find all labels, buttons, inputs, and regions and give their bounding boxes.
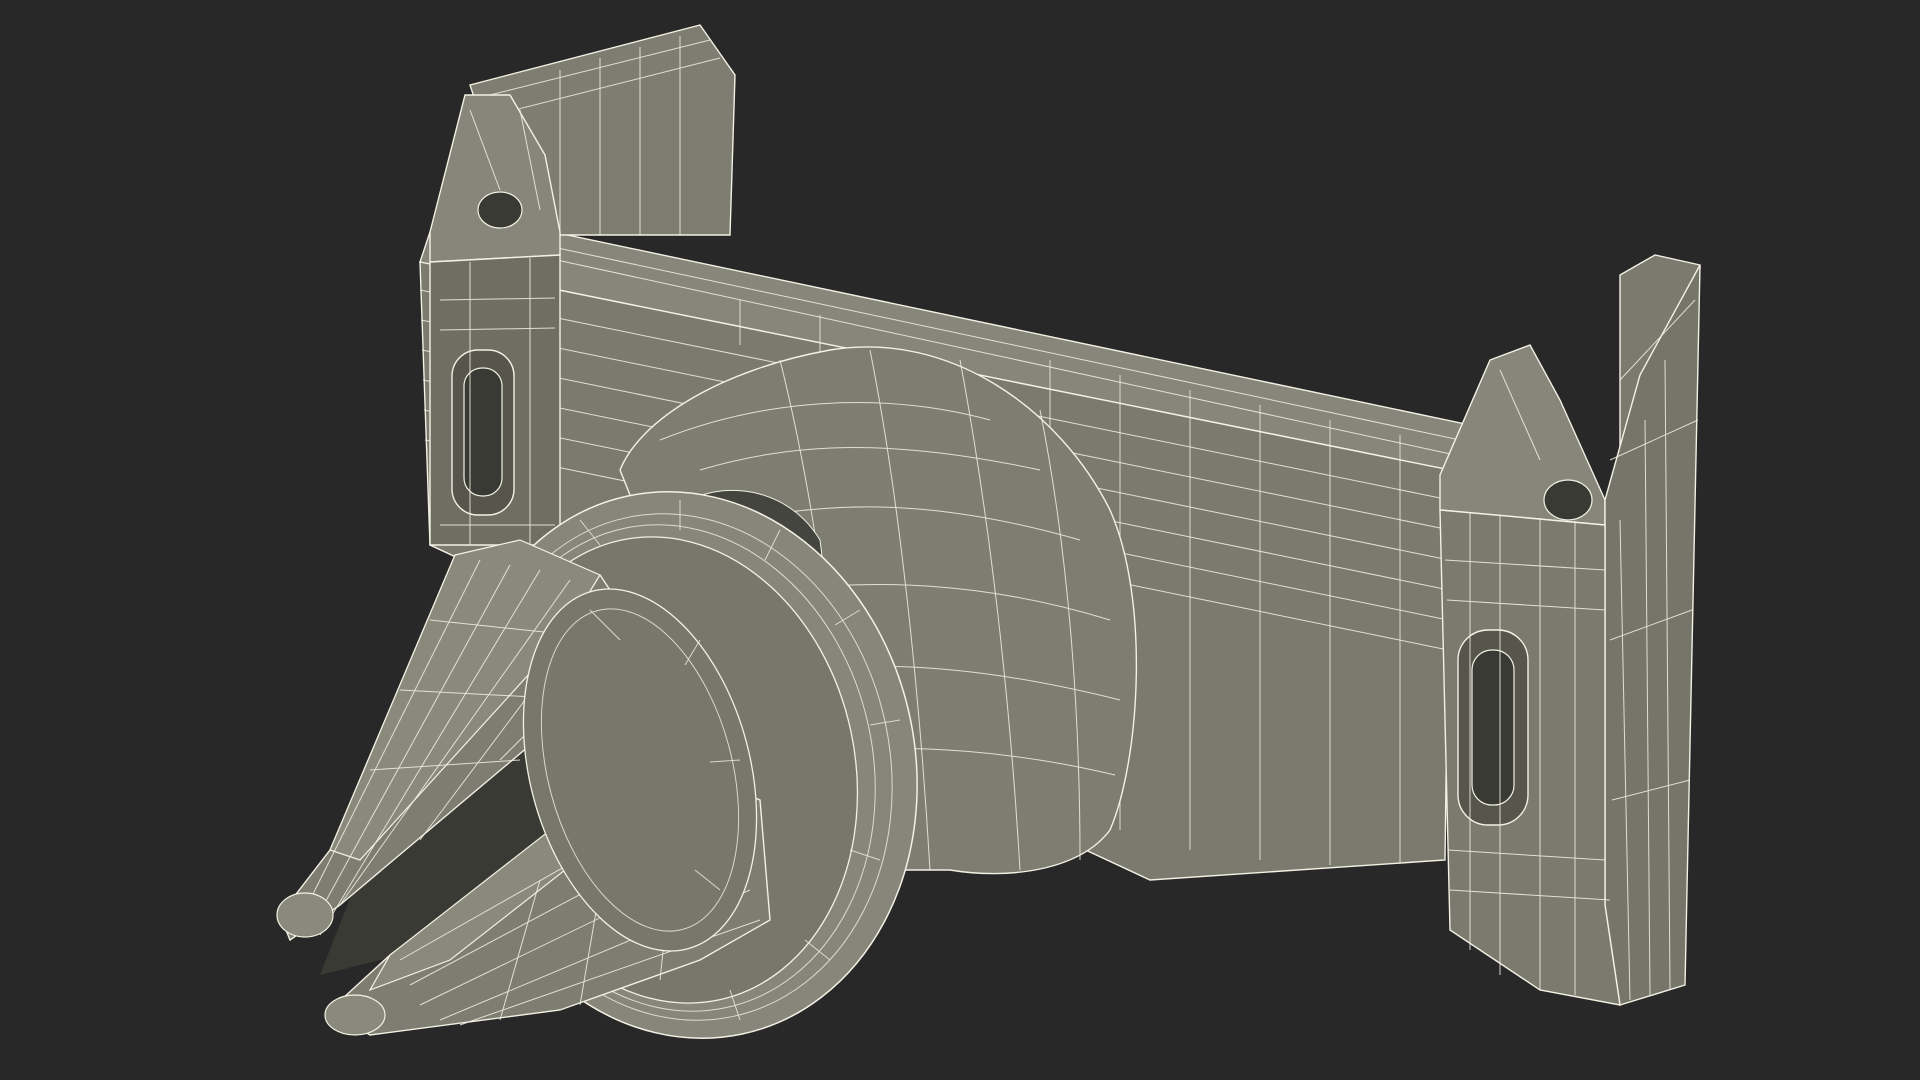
upper-prong-tip — [276, 892, 334, 938]
lower-prong-tip — [324, 994, 386, 1036]
render-viewport — [0, 0, 1920, 1080]
right-slot-inner — [1471, 649, 1515, 806]
left-notch — [477, 191, 523, 229]
right-notch — [1543, 479, 1593, 521]
